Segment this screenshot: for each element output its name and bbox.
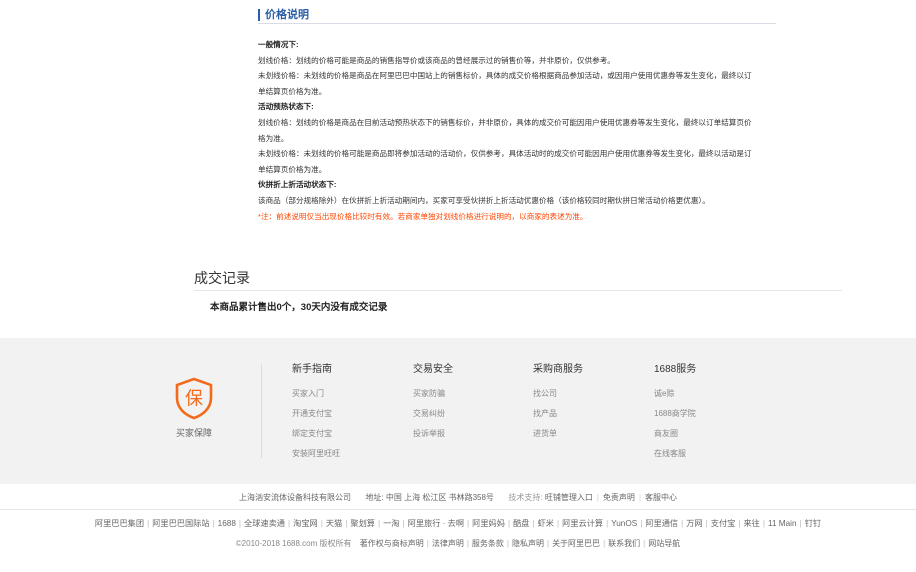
group-buy-heading: 伙拼折上折活动状态下: bbox=[258, 180, 337, 190]
service-link[interactable]: 绑定支付宝 bbox=[292, 424, 402, 444]
site-link[interactable]: 阿里旅行 · 去啊 bbox=[408, 519, 464, 528]
company-info-bar: 上海汹安流体设备科技有限公司 地址: 中国 上海 松江区 书林路358号 技术支… bbox=[0, 486, 916, 510]
service-link[interactable]: 在线客服 bbox=[654, 444, 764, 464]
site-link[interactable]: 钉钉 bbox=[805, 519, 821, 528]
shop-admin-link[interactable]: 旺铺管理入口 bbox=[545, 493, 593, 502]
service-link[interactable]: 投诉举报 bbox=[413, 424, 523, 444]
service-link[interactable]: 进货单 bbox=[533, 424, 643, 444]
preheat-crossed-price-text: 划线价格：划线的价格是商品在目前活动预热状态下的销售标价，并非原价，具体的成交价… bbox=[258, 117, 752, 127]
transaction-records-section: 成交记录 本商品累计售出0个，30天内没有成交记录 bbox=[194, 268, 842, 313]
site-link[interactable]: 淘宝网 bbox=[293, 519, 318, 528]
service-link[interactable]: 诚e赊 bbox=[654, 384, 764, 404]
service-column-purchaser: 采购商服务 找公司 找产品 进货单 bbox=[533, 364, 643, 444]
group-site-links: 阿里巴巴集团 | 阿里巴巴国际站 | 1688 | 全球速卖通 | 淘宝网 | 天猫 | 聚划算 | 一淘 |… bbox=[94, 519, 822, 528]
legal-link[interactable]: 联系我们 bbox=[608, 539, 640, 548]
service-link[interactable]: 找公司 bbox=[533, 384, 643, 404]
site-link[interactable]: 全球速卖通 bbox=[244, 519, 285, 528]
service-column-heading: 1688服务 bbox=[654, 364, 697, 375]
price-explanation-title: 价格说明 bbox=[265, 8, 309, 21]
buyer-guarantee-label: 买家保障 bbox=[175, 428, 212, 438]
guarantee-icon-char: 保 bbox=[185, 389, 203, 410]
preheat-uncrossed-price-text: 未划线价格：未划线的价格可能是商品即将参加活动的活动价，仅供参考，具体活动时的成… bbox=[258, 149, 752, 159]
site-link[interactable]: 聚划算 bbox=[350, 519, 375, 528]
service-link[interactable]: 1688商学院 bbox=[654, 404, 764, 424]
site-link[interactable]: 阿里妈妈 bbox=[472, 519, 505, 528]
general-heading: 一般情况下: bbox=[258, 40, 299, 49]
service-link[interactable]: 找产品 bbox=[533, 404, 643, 424]
copyright-text: ©2010-2018 1688.com 版权所有 bbox=[235, 539, 352, 548]
general-crossed-price-text: 划线价格：划线的价格可能是商品的销售指导价或该商品的曾经展示过的销售价等，并非原… bbox=[258, 55, 615, 65]
address-label: 地址: bbox=[365, 493, 384, 502]
site-link[interactable]: 阿里通信 bbox=[645, 519, 678, 528]
service-column-heading: 新手指南 bbox=[292, 364, 332, 375]
service-link[interactable]: 买家防骗 bbox=[413, 384, 523, 404]
site-link[interactable]: 1688 bbox=[218, 519, 236, 528]
transaction-records-title: 成交记录 bbox=[194, 268, 842, 291]
legal-link[interactable]: 服务条款 bbox=[472, 539, 504, 548]
site-link[interactable]: 阿里巴巴国际站 bbox=[152, 519, 209, 528]
service-column-1688: 1688服务 诚e赊 1688商学院 商友圈 在线客服 bbox=[654, 364, 764, 464]
buyer-guarantee[interactable]: 保 买家保障 bbox=[172, 376, 216, 439]
site-link[interactable]: 阿里巴巴集团 bbox=[95, 519, 144, 528]
site-link[interactable]: 来往 bbox=[743, 519, 759, 528]
service-column-heading: 采购商服务 bbox=[533, 364, 583, 375]
site-link[interactable]: 酷盘 bbox=[513, 519, 529, 528]
site-link[interactable]: 支付宝 bbox=[711, 519, 736, 528]
service-link[interactable]: 开通支付宝 bbox=[292, 404, 402, 424]
legal-link[interactable]: 隐私声明 bbox=[512, 539, 544, 548]
site-link[interactable]: 一淘 bbox=[383, 519, 399, 528]
title-accent-bar bbox=[258, 8, 260, 21]
copyright-bar: ©2010-2018 1688.com 版权所有 著作权与商标声明 | 法律声明 | 服… bbox=[235, 539, 681, 548]
service-column-security: 交易安全 买家防骗 交易纠纷 投诉举报 bbox=[413, 364, 523, 444]
disclaimer-link[interactable]: 免责声明 bbox=[603, 493, 635, 502]
price-explanation-body: 一般情况下: 划线价格：划线的价格可能是商品的销售指导价或该商品的曾经展示过的销… bbox=[258, 37, 776, 224]
preheat-uncrossed-price-text-cont: 单结算页价格为准。 bbox=[258, 164, 327, 174]
tech-support-label: 技术支持: bbox=[508, 493, 543, 502]
preheat-crossed-price-text-cont: 格为准。 bbox=[258, 133, 289, 143]
footer-service-area: 保 买家保障 新手指南 买家入门 开通支付宝 绑定支付宝 安装阿里旺旺 交易安全… bbox=[0, 338, 916, 484]
group-buy-text: 该商品（部分规格除外）在伙拼折上折活动期间内，买家可享受伙拼折上折活动优惠价格（… bbox=[258, 195, 710, 205]
company-address: 中国 上海 松江区 书林路358号 bbox=[385, 493, 494, 502]
service-column-newbie: 新手指南 买家入门 开通支付宝 绑定支付宝 安装阿里旺旺 bbox=[292, 364, 402, 464]
legal-link[interactable]: 关于阿里巴巴 bbox=[552, 539, 600, 548]
site-link[interactable]: 万网 bbox=[686, 519, 702, 528]
shield-icon: 保 bbox=[175, 377, 213, 420]
preheat-heading: 活动预热状态下: bbox=[258, 102, 314, 112]
general-uncrossed-price-text: 未划线价格：未划线的价格是商品在阿里巴巴中国站上的销售标价，具体的成交价格根据商… bbox=[258, 71, 752, 81]
site-link[interactable]: 虾米 bbox=[538, 519, 554, 528]
service-divider bbox=[261, 364, 262, 458]
legal-link[interactable]: 著作权与商标声明 bbox=[360, 539, 424, 548]
service-link[interactable]: 买家入门 bbox=[292, 384, 402, 404]
service-link[interactable]: 商友圈 bbox=[654, 424, 764, 444]
customer-service-link[interactable]: 客服中心 bbox=[645, 493, 677, 502]
price-explanation-section: 价格说明 一般情况下: 划线价格：划线的价格可能是商品的销售指导价或该商品的曾经… bbox=[258, 6, 776, 224]
service-link[interactable]: 安装阿里旺旺 bbox=[292, 444, 402, 464]
company-name: 上海汹安流体设备科技有限公司 bbox=[238, 493, 351, 502]
site-link[interactable]: YunOS bbox=[611, 519, 637, 528]
site-link[interactable]: 天猫 bbox=[326, 519, 342, 528]
site-link[interactable]: 阿里云计算 bbox=[562, 519, 603, 528]
general-uncrossed-price-text-cont: 单结算页价格为准。 bbox=[258, 86, 327, 96]
price-explanation-header: 价格说明 bbox=[258, 6, 776, 24]
transaction-records-summary: 本商品累计售出0个，30天内没有成交记录 bbox=[210, 302, 388, 313]
legal-link[interactable]: 网站导航 bbox=[648, 539, 680, 548]
service-link[interactable]: 交易纠纷 bbox=[413, 404, 523, 424]
service-column-heading: 交易安全 bbox=[413, 364, 453, 375]
legal-link[interactable]: 法律声明 bbox=[432, 539, 464, 548]
site-link[interactable]: 11 Main bbox=[768, 519, 797, 528]
price-note: *注：前述说明仅当出现价格比较时有效。若商家单独对划线价格进行说明的，以商家的表… bbox=[258, 211, 588, 221]
